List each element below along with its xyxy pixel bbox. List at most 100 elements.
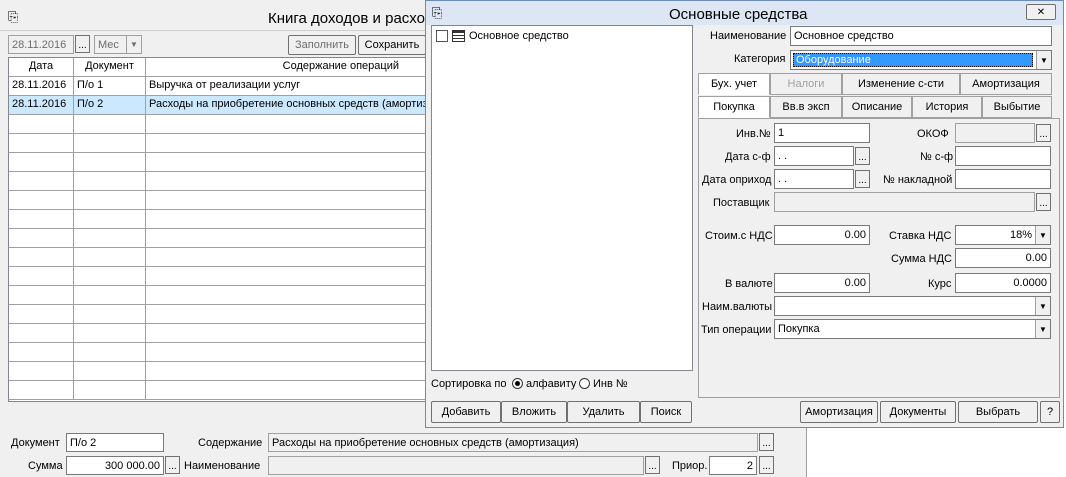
empty-cell[interactable] — [74, 381, 146, 400]
row-2-date[interactable]: 28.11.2016 — [9, 96, 74, 115]
content-picker-button[interactable]: ... — [759, 433, 774, 451]
documents-button[interactable]: Документы — [880, 401, 956, 423]
empty-cell[interactable] — [9, 305, 74, 324]
column-header-document[interactable]: Документ — [74, 58, 146, 77]
amortization-button[interactable]: Амортизация — [800, 401, 878, 423]
row-2-desc[interactable]: Расходы на приобретение основных средств… — [146, 96, 429, 115]
row-1-desc[interactable]: Выручка от реализации услуг — [146, 77, 429, 96]
empty-cell[interactable] — [9, 248, 74, 267]
empty-cell[interactable] — [9, 362, 74, 381]
empty-cell[interactable] — [74, 343, 146, 362]
empty-cell[interactable] — [9, 343, 74, 362]
search-button[interactable]: Поиск — [640, 401, 692, 423]
empty-cell[interactable] — [74, 362, 146, 381]
tab-cost-change[interactable]: Изменение с-сти — [842, 73, 960, 95]
fill-button[interactable]: Заполнить — [288, 35, 356, 55]
tab-commissioning[interactable]: Вв.в эксп — [770, 96, 842, 118]
empty-cell[interactable] — [146, 115, 429, 134]
cost-field[interactable]: 0.00 — [774, 225, 870, 245]
empty-cell[interactable] — [74, 267, 146, 286]
name-field[interactable] — [268, 456, 644, 475]
vat-sum-field[interactable]: 0.00 — [955, 248, 1051, 268]
category-select[interactable]: Оборудование ▼ — [790, 50, 1052, 70]
empty-cell[interactable] — [74, 286, 146, 305]
empty-cell[interactable] — [74, 153, 146, 172]
empty-cell[interactable] — [74, 115, 146, 134]
empty-cell[interactable] — [146, 381, 429, 400]
asset-name-field[interactable]: Основное средство — [790, 26, 1052, 46]
okof-field[interactable] — [955, 123, 1035, 143]
supplier-picker-button[interactable]: ... — [1036, 193, 1051, 211]
invoice-date-field[interactable]: . . — [774, 146, 854, 166]
add-button[interactable]: Добавить — [431, 401, 501, 423]
empty-cell[interactable] — [9, 153, 74, 172]
currency-amount-field[interactable]: 0.00 — [774, 273, 870, 293]
empty-cell[interactable] — [146, 286, 429, 305]
empty-cell[interactable] — [146, 248, 429, 267]
sort-inv-radio[interactable] — [579, 378, 590, 389]
empty-cell[interactable] — [9, 324, 74, 343]
document-field[interactable]: П/о 2 — [66, 433, 164, 452]
priority-field[interactable]: 2 — [709, 456, 757, 475]
empty-cell[interactable] — [146, 305, 429, 324]
priority-picker-button[interactable]: ... — [759, 456, 774, 474]
date-field[interactable]: 28.11.2016 — [8, 35, 74, 54]
okof-picker-button[interactable]: ... — [1036, 124, 1051, 142]
inv-field[interactable]: 1 — [774, 123, 870, 143]
row-2-doc[interactable]: П/о 2 — [74, 96, 146, 115]
empty-cell[interactable] — [74, 248, 146, 267]
assets-tree[interactable]: Основное средство — [431, 25, 693, 371]
sort-alpha-radio[interactable] — [512, 378, 523, 389]
empty-cell[interactable] — [146, 210, 429, 229]
tab-description[interactable]: Описание — [842, 96, 912, 118]
empty-cell[interactable] — [146, 362, 429, 381]
empty-cell[interactable] — [9, 210, 74, 229]
tab-purchase[interactable]: Покупка — [698, 96, 770, 118]
empty-cell[interactable] — [9, 229, 74, 248]
close-button[interactable]: ✕ — [1026, 4, 1056, 20]
empty-cell[interactable] — [146, 324, 429, 343]
delete-button[interactable]: Удалить — [567, 401, 640, 423]
empty-cell[interactable] — [146, 191, 429, 210]
help-button[interactable]: ? — [1040, 401, 1060, 423]
operations-table[interactable]: Дата Документ Содержание операций 28.11.… — [8, 57, 430, 402]
empty-cell[interactable] — [74, 172, 146, 191]
waybill-number-field[interactable] — [955, 169, 1051, 189]
tab-history[interactable]: История — [912, 96, 982, 118]
empty-cell[interactable] — [74, 305, 146, 324]
empty-cell[interactable] — [9, 267, 74, 286]
exchange-rate-field[interactable]: 0.0000 — [955, 273, 1051, 293]
empty-cell[interactable] — [74, 191, 146, 210]
row-1-doc[interactable]: П/о 1 — [74, 77, 146, 96]
tree-item[interactable]: Основное средство — [436, 30, 569, 42]
row-1-date[interactable]: 28.11.2016 — [9, 77, 74, 96]
column-header-date[interactable]: Дата — [9, 58, 74, 77]
tree-checkbox[interactable] — [436, 30, 448, 42]
sum-field[interactable]: 300 000.00 — [66, 456, 164, 475]
empty-cell[interactable] — [9, 134, 74, 153]
name-picker-button[interactable]: ... — [645, 456, 660, 474]
vat-rate-select[interactable]: 18% ▼ — [955, 225, 1051, 245]
empty-cell[interactable] — [9, 115, 74, 134]
empty-cell[interactable] — [74, 324, 146, 343]
empty-cell[interactable] — [9, 381, 74, 400]
invoice-number-field[interactable] — [955, 146, 1051, 166]
receipt-date-picker-button[interactable]: ... — [855, 170, 870, 188]
empty-cell[interactable] — [9, 286, 74, 305]
tab-disposal[interactable]: Выбытие — [982, 96, 1052, 118]
invoice-date-picker-button[interactable]: ... — [855, 147, 870, 165]
tab-amortization[interactable]: Амортизация — [960, 73, 1052, 95]
content-field[interactable]: Расходы на приобретение основных средств… — [268, 433, 758, 452]
nest-button[interactable]: Вложить — [501, 401, 567, 423]
supplier-field[interactable] — [774, 192, 1035, 212]
column-header-content[interactable]: Содержание операций — [146, 58, 429, 77]
period-select[interactable]: Мес ▼ — [94, 35, 142, 54]
date-picker-button[interactable]: ... — [75, 35, 90, 53]
empty-cell[interactable] — [146, 153, 429, 172]
tab-taxes[interactable]: Налоги — [770, 73, 842, 95]
receipt-date-field[interactable]: . . — [774, 169, 854, 189]
empty-cell[interactable] — [9, 172, 74, 191]
save-button[interactable]: Сохранить — [358, 35, 426, 55]
empty-cell[interactable] — [74, 134, 146, 153]
empty-cell[interactable] — [9, 191, 74, 210]
